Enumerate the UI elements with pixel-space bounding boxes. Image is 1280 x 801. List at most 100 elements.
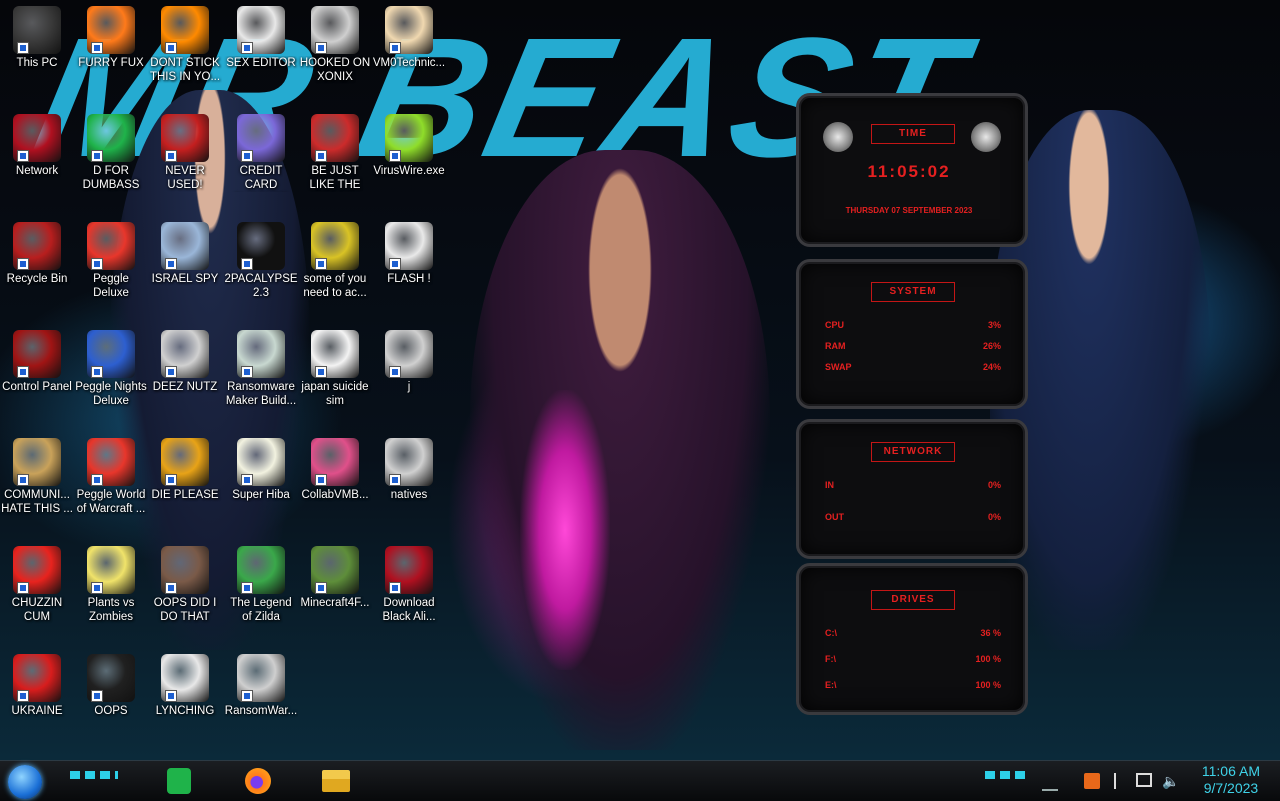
desktop-icon[interactable]: Plants vs Zombies xyxy=(74,542,148,648)
desktop-icon[interactable]: Peggle Nights Deluxe xyxy=(74,326,148,432)
flag-icon[interactable] xyxy=(1114,773,1132,789)
desktop-icon[interactable]: This PC xyxy=(0,2,74,108)
alien-download-icon xyxy=(385,546,433,594)
windows-stack-icon xyxy=(161,330,209,378)
gadget-row-value: 0% xyxy=(987,480,1001,490)
desktop-icon[interactable]: D FOR DUMBASS xyxy=(74,110,148,216)
desktop-icon[interactable]: Recycle Bin xyxy=(0,218,74,324)
desktop-icon[interactable]: DONT STICK THIS IN YO... xyxy=(148,2,222,108)
firefox-icon xyxy=(87,6,135,54)
shortcut-arrow-icon xyxy=(241,690,253,702)
desktop-icon[interactable]: BE JUST LIKE THE DUDE! xyxy=(298,110,372,216)
desktop-icon[interactable]: Super Hiba xyxy=(224,434,298,540)
shortcut-arrow-icon xyxy=(165,690,177,702)
desktop-icon-label: BE JUST LIKE THE DUDE! xyxy=(309,165,361,191)
time-clock: 11:05:02 xyxy=(867,162,951,181)
desktop-icon[interactable]: OOPS xyxy=(74,650,148,756)
desktop-icon[interactable]: ISRAEL SPY xyxy=(148,218,222,324)
ime-icon[interactable] xyxy=(1084,773,1100,789)
gadget-row-label: RAM xyxy=(825,341,846,351)
shortcut-arrow-icon xyxy=(165,582,177,594)
gadget-row: F:\ 100 % xyxy=(825,652,1001,666)
desktop-icon[interactable]: Download Black Ali... xyxy=(372,542,446,648)
shortcut-arrow-icon xyxy=(165,150,177,162)
xonix-icon xyxy=(311,6,359,54)
shortcut-arrow-icon xyxy=(315,366,327,378)
show-hidden-icons-icon[interactable] xyxy=(1042,773,1058,791)
shortcut-arrow-icon xyxy=(17,582,29,594)
desktop-icon[interactable]: Control Panel xyxy=(0,326,74,432)
taskbar-app-firefox[interactable] xyxy=(236,764,280,798)
desktop-icon-label: OOPS xyxy=(94,705,128,717)
gadget-row: E:\ 100 % xyxy=(825,678,1001,692)
shortcut-arrow-icon xyxy=(241,42,253,54)
desktop-icon[interactable]: some of you need to ac... xyxy=(298,218,372,324)
desktop-icon-label: The Legend of Zilda xyxy=(230,597,292,623)
desktop-icon[interactable]: Ransomware Maker Build... xyxy=(224,326,298,432)
start-button[interactable] xyxy=(8,765,42,799)
desktop-icon[interactable]: LYNCHING xyxy=(148,650,222,756)
volume-icon[interactable]: 🔈 xyxy=(1162,773,1179,789)
shortcut-arrow-icon xyxy=(91,258,103,270)
computer-icon xyxy=(13,6,61,54)
desktop-icon[interactable]: HOOKED ON XONIX xyxy=(298,2,372,108)
desktop-icon-label: DIE PLEASE xyxy=(151,489,219,501)
desktop-icon[interactable]: VirusWire.exe xyxy=(372,110,446,216)
desktop[interactable]: MR BEAST This PC FURRY FUX DONT STICK THIS… xyxy=(0,0,1280,760)
desktop-icon-label: ISRAEL SPY xyxy=(151,273,219,285)
time-date: THURSDAY 07 SEPTEMBER 2023 xyxy=(845,206,973,215)
shortcut-arrow-icon xyxy=(389,258,401,270)
taskbar-app-file-explorer[interactable] xyxy=(314,764,358,798)
time-header: TIME xyxy=(871,124,955,144)
santa-icon xyxy=(311,114,359,162)
system-monitor-gadget[interactable]: TIME 11:05:02 THURSDAY 07 SEPTEMBER 2023… xyxy=(796,93,1028,715)
shortcut-arrow-icon xyxy=(389,474,401,486)
desktop-icon[interactable]: SEX EDITOR xyxy=(224,2,298,108)
shortcut-arrow-icon xyxy=(17,366,29,378)
gadget-row-label: C:\ xyxy=(825,628,837,638)
desktop-icon[interactable]: FURRY FUX xyxy=(74,2,148,108)
gadget-row-value: 24% xyxy=(982,362,1001,372)
desktop-icon[interactable]: Minecraft4F... xyxy=(298,542,372,648)
desktop-icon[interactable]: 2PACALYPSE 2.3 xyxy=(224,218,298,324)
desktop-icon[interactable]: DIE PLEASE xyxy=(148,434,222,540)
taskbar-deco-left xyxy=(70,771,118,779)
system-panel: SYSTEM CPU 3% RAM 26% SWAP 24% xyxy=(796,259,1028,409)
shortcut-arrow-icon xyxy=(389,582,401,594)
desktop-icon[interactable]: Network xyxy=(0,110,74,216)
desktop-icon[interactable]: CollabVMB... xyxy=(298,434,372,540)
shortcut-arrow-icon xyxy=(165,258,177,270)
shortcut-arrow-icon xyxy=(165,366,177,378)
desktop-icon[interactable]: japan suicide sim xyxy=(298,326,372,432)
pixel-hero-icon xyxy=(237,546,285,594)
desktop-icon[interactable]: The Legend of Zilda xyxy=(224,542,298,648)
desktop-icon[interactable]: Peggle World of Warcraft ... xyxy=(74,434,148,540)
desktop-icon-label: Control Panel xyxy=(2,381,72,393)
desktop-icon[interactable]: j xyxy=(372,326,446,432)
taskbar-clock[interactable]: 11:06 AM 9/7/2023 xyxy=(1202,763,1260,797)
shortcut-arrow-icon xyxy=(17,150,29,162)
desktop-icon[interactable]: Peggle Deluxe xyxy=(74,218,148,324)
desktop-icon[interactable]: OOPS DID I DO THAT xyxy=(148,542,222,648)
shortcut-arrow-icon xyxy=(165,42,177,54)
desktop-icon[interactable]: natives xyxy=(372,434,446,540)
desktop-icon[interactable]: DEEZ NUTZ xyxy=(148,326,222,432)
desktop-icon[interactable]: RansomWar... xyxy=(224,650,298,756)
desktop-icon[interactable]: CREDIT CARD CHECKER xyxy=(224,110,298,216)
desktop-icon[interactable]: VM0Technic... xyxy=(372,2,446,108)
shortcut-arrow-icon xyxy=(241,150,253,162)
shortcut-arrow-icon xyxy=(91,150,103,162)
desktop-icon-label: FLASH ! xyxy=(387,273,431,285)
desktop-icon-label: HOOKED ON XONIX xyxy=(299,57,371,83)
window-app-icon xyxy=(237,330,285,378)
desktop-icon[interactable]: COMMUNI... HATE THIS ... xyxy=(0,434,74,540)
desktop-icon[interactable]: UKRAINE xyxy=(0,650,74,756)
gadget-row: SWAP 24% xyxy=(825,360,1001,374)
taskbar-app-green-doc[interactable] xyxy=(157,764,201,798)
desktop-icon-label: Network xyxy=(15,165,59,177)
desktop-icon[interactable]: NEVER USED! xyxy=(148,110,222,216)
desktop-icon[interactable]: CHUZZIN CUM xyxy=(0,542,74,648)
network-icon[interactable] xyxy=(1136,773,1152,787)
desktop-icon[interactable]: FLASH ! xyxy=(372,218,446,324)
desktop-icon-label: VM0Technic... xyxy=(372,57,446,69)
